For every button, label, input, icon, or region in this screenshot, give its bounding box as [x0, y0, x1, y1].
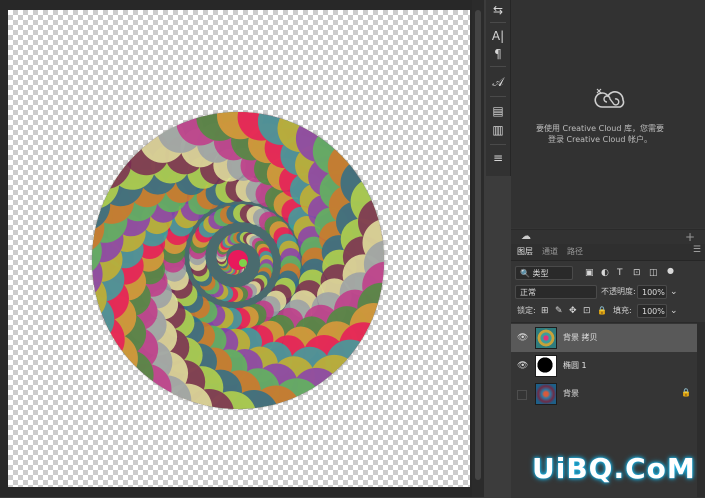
filter-adjustment-icon[interactable]: ◐ [601, 266, 609, 280]
layer-name: 背景 拷贝 [563, 333, 598, 342]
filter-toggle-icon[interactable]: ● [667, 264, 674, 278]
filter-shape-icon[interactable]: ⊡ [633, 266, 641, 280]
chevron-down-icon[interactable]: ⌄ [670, 285, 678, 299]
visibility-eye-icon[interactable]: 👁 [517, 333, 528, 343]
scrollbar-thumb[interactable] [475, 10, 481, 480]
watermark: UiBQ.CoM [532, 452, 696, 485]
fill-label: 填充: [613, 306, 632, 315]
dock-divider [490, 96, 506, 97]
document-canvas[interactable] [8, 10, 470, 487]
cloud-sync-icon[interactable]: ☁ [521, 231, 531, 242]
layers-scrollbar[interactable] [697, 322, 705, 497]
layers-panel-tabs: 图层 通道 路径 ☰ [511, 244, 705, 261]
blend-mode-select[interactable]: 正常 [515, 285, 597, 299]
search-icon: 🔍 [520, 269, 530, 278]
tab-layers[interactable]: 图层 [517, 246, 533, 257]
glyphs-icon[interactable]: 𝒜 [486, 72, 510, 92]
filter-kind-value: 类型 [532, 269, 549, 278]
dock-divider [490, 22, 506, 23]
creative-cloud-icon [594, 88, 625, 108]
layer-thumbnail-photo [535, 383, 557, 405]
swirl-artwork [92, 112, 384, 409]
panel-menu-icon[interactable]: ☰ [693, 245, 701, 255]
opacity-input[interactable]: 100% [637, 285, 667, 299]
lock-image-icon[interactable]: ✎ [555, 304, 563, 318]
canvas-area[interactable] [0, 0, 472, 497]
libraries-panel [511, 0, 705, 228]
layer-name: 背景 [563, 389, 579, 398]
chevron-down-icon[interactable]: ⌄ [670, 304, 678, 318]
lock-row: 锁定: ⊞ ✎ ✥ ⊡ 🔒 填充: 100% ⌄ [511, 303, 705, 323]
panel-dock: ⇆ A| ¶ 𝒜 ▤ ▥ ≡ [486, 0, 511, 176]
layer-row-ellipse[interactable]: 👁 椭圆 1 [511, 352, 697, 380]
visibility-eye-icon[interactable]: 👁 [517, 361, 528, 371]
layer-filter-row: 🔍 类型 ▣ ◐ T ⊡ ◫ ● [511, 263, 705, 283]
lock-label: 锁定: [517, 306, 536, 315]
layer-name: 椭圆 1 [563, 361, 587, 370]
lock-position-icon[interactable]: ✥ [569, 304, 577, 318]
add-icon[interactable]: + [685, 230, 695, 244]
filter-type-icon[interactable]: T [617, 266, 623, 280]
layer-row-background-copy[interactable]: 👁 背景 拷贝 [511, 324, 697, 352]
layer-thumbnail-swirl [535, 327, 557, 349]
filter-smart-object-icon[interactable]: ◫ [649, 266, 658, 280]
lock-artboard-icon[interactable]: ⊡ [583, 304, 591, 318]
notes-icon[interactable]: ▥ [486, 120, 510, 140]
blend-row: 正常 不透明度: 100% ⌄ [511, 284, 705, 304]
libraries-footer: ☁ + [511, 229, 705, 244]
opacity-label: 不透明度: [601, 287, 636, 296]
filter-kind-select[interactable]: 🔍 类型 [515, 266, 573, 280]
visibility-off-box[interactable] [517, 390, 527, 400]
layer-row-background[interactable]: 背景 🔒 [511, 380, 697, 408]
dock-divider [490, 66, 506, 67]
libraries-icon[interactable]: ▤ [486, 101, 510, 121]
properties-icon[interactable]: ⇆ [486, 0, 510, 20]
libraries-login-message: 要使用 Creative Cloud 库，您需要登录 Creative Clou… [535, 124, 665, 144]
character-icon[interactable]: A| [486, 26, 510, 46]
tab-channels[interactable]: 通道 [542, 246, 558, 257]
dock-divider [490, 144, 506, 145]
adjustments-icon[interactable]: ≡ [486, 148, 510, 168]
canvas-vertical-scrollbar[interactable] [472, 0, 484, 497]
lock-all-icon[interactable]: 🔒 [597, 304, 607, 318]
lock-icon: 🔒 [681, 388, 691, 397]
fill-input[interactable]: 100% [637, 304, 667, 318]
lock-transparent-icon[interactable]: ⊞ [541, 304, 549, 318]
tab-paths[interactable]: 路径 [567, 246, 583, 257]
layer-thumbnail-ellipse-mask [535, 355, 557, 377]
filter-pixel-icon[interactable]: ▣ [585, 266, 594, 280]
paragraph-icon[interactable]: ¶ [486, 44, 510, 64]
